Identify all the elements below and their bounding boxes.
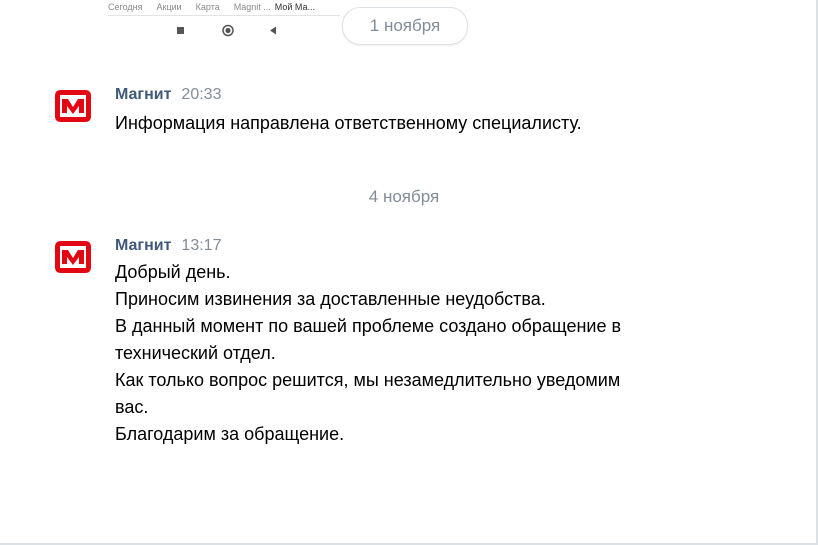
- phone-tab-my: Мой Ма...: [274, 2, 316, 12]
- date-separator-second: 4 ноября: [0, 184, 808, 210]
- sender-name[interactable]: Магнит: [115, 86, 171, 104]
- message-text: Информация направлена ответственному спе…: [115, 110, 715, 137]
- phone-tab-promos: Акции: [156, 2, 182, 12]
- message-line: Как только вопрос решится, мы незамедлит…: [115, 370, 621, 390]
- message-line: вас.: [115, 397, 149, 417]
- phone-tab-divider: [108, 15, 340, 16]
- attached-phone-screenshot[interactable]: Сегодня Акции Карта Magnit ... Мой Ма...: [108, 0, 340, 44]
- message-body: Магнит 20:33 Информация направлена ответ…: [115, 86, 715, 137]
- date-separator-label: 4 ноября: [368, 187, 440, 206]
- message-header: Магнит 13:17: [115, 237, 715, 257]
- recents-square-icon: [176, 22, 186, 45]
- message-line: Информация направлена ответственному спе…: [115, 113, 582, 133]
- date-pill-first: 1 ноября: [342, 7, 468, 45]
- home-circle-icon: [221, 22, 235, 45]
- message-line: технический отдел.: [115, 343, 276, 363]
- phone-tab-magnit: Magnit ...: [233, 2, 271, 12]
- sender-name[interactable]: Магнит: [115, 237, 171, 255]
- message-line: Приносим извинения за доставленные неудо…: [115, 289, 546, 309]
- magnit-logo-avatar[interactable]: [53, 237, 93, 277]
- back-triangle-icon: [268, 22, 278, 45]
- message-time[interactable]: 13:17: [181, 237, 221, 255]
- magnit-logo-avatar[interactable]: [53, 86, 93, 126]
- phone-tab-bar: Сегодня Акции Карта Magnit ... Мой Ма...: [108, 0, 329, 14]
- message-header: Магнит 20:33: [115, 86, 715, 106]
- magnit-logo-icon: [55, 241, 91, 273]
- message-line: Добрый день.: [115, 262, 231, 282]
- phone-tab-map: Карта: [195, 2, 220, 12]
- message-body: Магнит 13:17 Добрый день. Приносим извин…: [115, 237, 715, 448]
- phone-nav-bar: [108, 22, 340, 40]
- message-line: В данный момент по вашей проблеме создан…: [115, 316, 622, 336]
- magnit-logo-icon: [55, 90, 91, 122]
- phone-tab-today: Сегодня: [108, 2, 143, 12]
- message-line: Благодарим за обращение.: [115, 424, 345, 444]
- message-time[interactable]: 20:33: [181, 86, 221, 104]
- message-text: Добрый день. Приносим извинения за доста…: [115, 259, 715, 448]
